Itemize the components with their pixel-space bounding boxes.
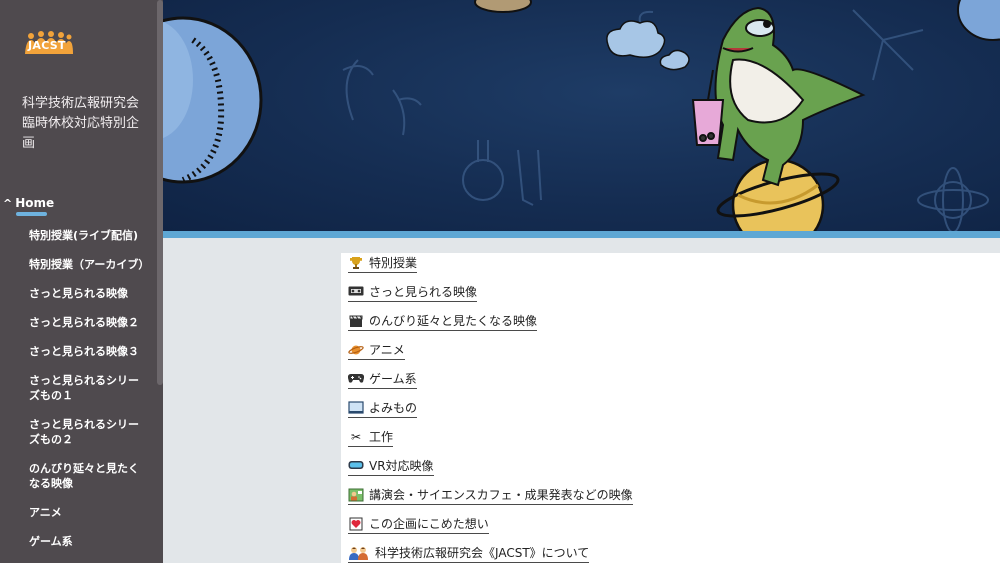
nav-home-label: Home [15, 196, 55, 210]
nav-home[interactable]: ^ Home [3, 196, 55, 216]
link-lectures[interactable]: 講演会・サイエンスカフェ・成果発表などの映像 [348, 488, 633, 505]
sidebar-item[interactable]: さっと見られる映像２ [29, 315, 144, 344]
list-item: この企画にこめた想い [348, 517, 633, 546]
list-item: アニメ [348, 343, 633, 372]
site-title: 科学技術広報研究会 臨時休校対応特別企画 [22, 96, 140, 151]
header-banner [163, 0, 1000, 231]
sidebar: JACST 科学技術広報研究会 臨時休校対応特別企画 ^ Home 特別授業(ライ… [0, 0, 163, 563]
sidebar-item[interactable]: アニメ [29, 505, 144, 534]
lecture-icon [348, 488, 364, 502]
list-item: よみもの [348, 401, 633, 430]
link-games[interactable]: ゲーム系 [347, 372, 417, 389]
heart-letter-icon [348, 517, 364, 531]
list-item: VR対応映像 [348, 459, 633, 488]
sidebar-item[interactable]: さっと見られる映像 [29, 286, 144, 315]
trophy-icon [348, 256, 364, 270]
chevron-up-icon: ^ [3, 197, 13, 210]
list-item: ゲーム系 [347, 372, 633, 401]
sidebar-item[interactable]: のんびり延々と見たくなる映像 [29, 461, 144, 505]
sidebar-item[interactable]: さっと見られるシリーズもの２ [29, 417, 144, 461]
sidebar-nav: 特別授業(ライブ配信) 特別授業（アーカイブ） さっと見られる映像 さっと見られ… [29, 228, 149, 563]
videotape-icon [348, 285, 364, 299]
link-relaxing-videos[interactable]: のんびり延々と見たくなる映像 [348, 314, 538, 331]
link-our-thoughts[interactable]: この企画にこめた想い [348, 517, 489, 534]
list-item: さっと見られる映像 [348, 285, 633, 314]
link-reading[interactable]: よみもの [348, 401, 418, 418]
sidebar-item[interactable]: さっと見られる映像３ [29, 344, 144, 373]
planet-icon [348, 343, 364, 357]
clapperboard-icon [348, 314, 364, 328]
link-special-lesson[interactable]: 特別授業 [348, 256, 418, 273]
sidebar-item[interactable]: 特別授業（アーカイブ） [29, 257, 149, 286]
link-about-jacst[interactable]: 科学技術広報研究会《JACST》について [348, 546, 590, 563]
banner-stripe [163, 231, 1000, 238]
link-quick-videos[interactable]: さっと見られる映像 [348, 285, 478, 302]
list-item: のんびり延々と見たくなる映像 [348, 314, 633, 343]
vr-goggles-icon [348, 459, 364, 473]
link-anime[interactable]: アニメ [348, 343, 405, 360]
list-item: 特別授業 [348, 256, 633, 285]
sidebar-item[interactable]: ゲーム系 [29, 534, 144, 563]
people-icon [348, 546, 370, 560]
sidebar-item[interactable]: さっと見られるシリーズもの１ [29, 373, 144, 417]
dinosaur-space-illustration [163, 0, 1000, 231]
scissors-icon: ✂ [350, 430, 362, 444]
link-crafts[interactable]: ✂ 工作 [348, 430, 394, 447]
gamepad-icon [347, 372, 365, 386]
link-vr-videos[interactable]: VR対応映像 [348, 459, 434, 476]
list-item: 科学技術広報研究会《JACST》について [348, 546, 633, 563]
list-item: 講演会・サイエンスカフェ・成果発表などの映像 [348, 488, 633, 517]
logo-text: JACST [28, 39, 66, 52]
sidebar-item[interactable]: 特別授業(ライブ配信) [29, 228, 144, 257]
category-link-list: 特別授業 さっと見られる映像 のんびり延々と見たくなる映像 アニメ ゲーム系 よ… [347, 256, 633, 563]
book-icon [348, 401, 364, 415]
active-indicator [16, 212, 47, 216]
jacst-logo[interactable]: JACST [22, 30, 74, 58]
list-item: ✂ 工作 [348, 430, 633, 459]
